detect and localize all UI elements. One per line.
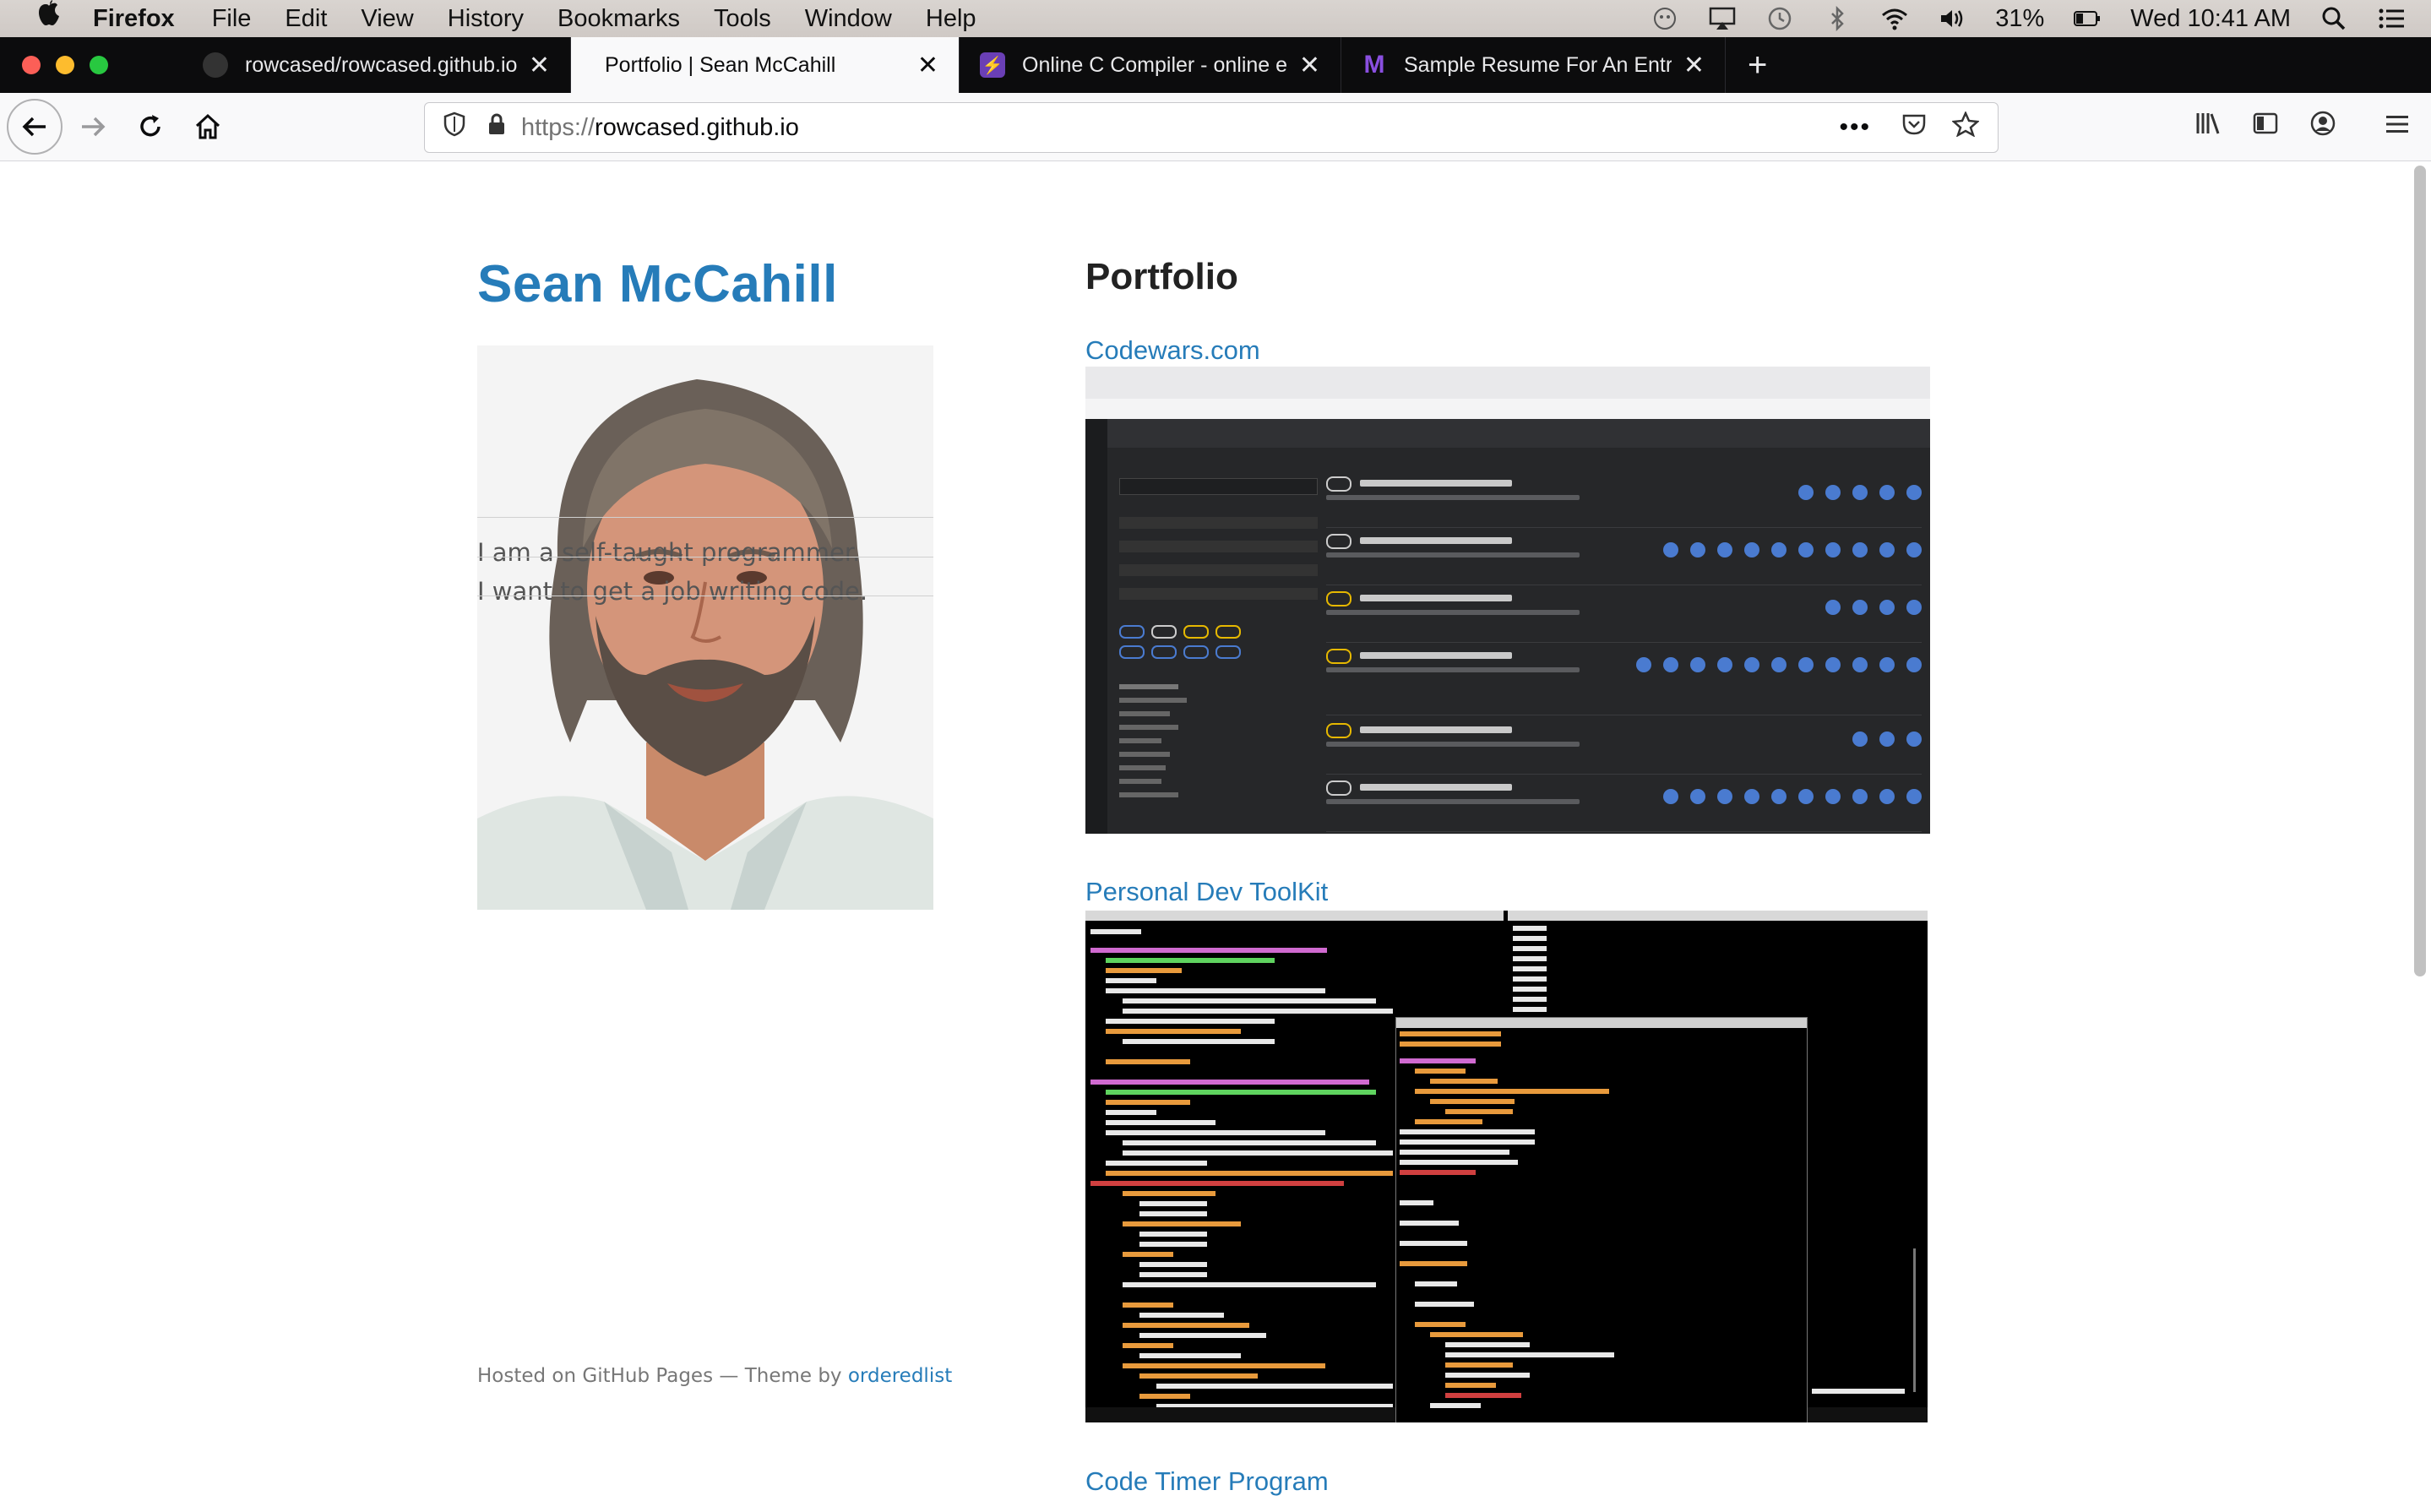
- dev-toolkit-screenshot[interactable]: [1085, 911, 1928, 1422]
- divider: [477, 517, 933, 518]
- github-icon: [203, 52, 228, 78]
- window-controls: [0, 37, 182, 93]
- tab-strip: rowcased/rowcased.github.io: ✕ Portfolio…: [0, 37, 2431, 93]
- back-button[interactable]: [7, 99, 63, 155]
- spotlight-search-icon[interactable]: [2320, 6, 2348, 31]
- menu-history[interactable]: History: [448, 5, 524, 33]
- page-actions-icon[interactable]: •••: [1839, 113, 1871, 142]
- url-bar[interactable]: https://rowcased.github.io •••: [424, 102, 1999, 153]
- portfolio-link-codewars[interactable]: Codewars.com: [1085, 335, 1260, 366]
- new-tab-button[interactable]: +: [1726, 37, 1767, 93]
- lightning-icon: ⚡: [980, 52, 1005, 78]
- hamburger-menu-icon[interactable]: [2384, 111, 2411, 144]
- footer: Hosted on GitHub Pages — Theme by ordere…: [477, 1365, 952, 1387]
- bio-line-2: I want to get a job writing code.: [477, 577, 868, 606]
- screenshot-prime-titlebar: [1396, 1018, 1807, 1028]
- battery-percent[interactable]: 31%: [1995, 5, 2044, 33]
- screenshot-prime-code: [1400, 1031, 1614, 1408]
- web-page: Sean McCahill I am a self-taught program…: [0, 161, 2431, 1512]
- url-host: rowcased.github.io: [595, 113, 799, 141]
- url-text[interactable]: https://rowcased.github.io: [521, 114, 799, 142]
- screenshot-kata-row: [1326, 475, 1922, 528]
- screenshot-kata-row: [1326, 532, 1922, 585]
- arrow-left-icon: [22, 117, 46, 137]
- account-icon[interactable]: [2309, 110, 2336, 144]
- notification-center-icon[interactable]: [2377, 6, 2406, 31]
- zoom-window-button[interactable]: [90, 56, 108, 74]
- tab-title: Sample Resume For An Entry-L: [1404, 52, 1672, 77]
- portfolio-heading: Portfolio: [1085, 256, 1238, 297]
- close-tab-icon[interactable]: ✕: [1299, 51, 1320, 80]
- m-logo-icon: M: [1363, 51, 1385, 79]
- tab-portfolio[interactable]: Portfolio | Sean McCahill ✕: [571, 37, 960, 93]
- tab-title: Online C Compiler - online edi: [1022, 52, 1287, 77]
- footer-theme-link[interactable]: orderedlist: [848, 1365, 952, 1387]
- portfolio-link-code-timer[interactable]: Code Timer Program: [1085, 1466, 1329, 1497]
- tab-title: Portfolio | Sean McCahill: [605, 52, 836, 77]
- library-icon[interactable]: [2194, 111, 2222, 144]
- screenshot-kata-row: [1326, 647, 1922, 715]
- screenshot-kata-row: [1326, 721, 1922, 775]
- profile-photo: [477, 345, 933, 910]
- user-icon[interactable]: [1651, 6, 1679, 31]
- close-tab-icon[interactable]: ✕: [529, 51, 550, 80]
- battery-icon[interactable]: [2073, 6, 2102, 31]
- codewars-screenshot[interactable]: [1085, 367, 1930, 834]
- airplay-icon[interactable]: [1708, 6, 1737, 31]
- reload-icon: [140, 115, 160, 137]
- wifi-icon[interactable]: [1880, 6, 1909, 31]
- menu-help[interactable]: Help: [926, 5, 976, 33]
- site-title[interactable]: Sean McCahill: [477, 254, 838, 314]
- menu-bookmarks[interactable]: Bookmarks: [557, 5, 680, 33]
- footer-text: Hosted on GitHub Pages — Theme by: [477, 1365, 848, 1387]
- menu-window[interactable]: Window: [805, 5, 892, 33]
- menu-tools[interactable]: Tools: [714, 5, 771, 33]
- tab-title: rowcased/rowcased.github.io:: [245, 52, 517, 77]
- reload-button[interactable]: [123, 100, 177, 154]
- screenshot-kata-row: [1326, 590, 1922, 643]
- sidebar-icon[interactable]: [2252, 111, 2279, 144]
- close-tab-icon[interactable]: ✕: [1683, 51, 1705, 80]
- url-scheme: https://: [521, 113, 596, 141]
- screenshot-kata-row: [1326, 779, 1922, 832]
- status-area: 31% Wed 10:41 AM: [1651, 0, 2406, 37]
- portfolio-link-dev-toolkit[interactable]: Personal Dev ToolKit: [1085, 877, 1328, 907]
- apple-menu-icon[interactable]: [34, 0, 68, 38]
- screenshot-sidebar: [1085, 419, 1107, 834]
- minimize-window-button[interactable]: [56, 56, 74, 74]
- screenshot-filters: [1119, 478, 1318, 834]
- menu-file[interactable]: File: [212, 5, 252, 33]
- screenshot-header: [1107, 419, 1930, 448]
- tab-sample-resume[interactable]: M Sample Resume For An Entry-L ✕: [1341, 37, 1726, 93]
- screenshot-prime-window: [1395, 1017, 1808, 1422]
- screenshot-browser-chrome: [1085, 367, 1930, 399]
- volume-icon[interactable]: [1938, 6, 1966, 31]
- nav-toolbar: https://rowcased.github.io •••: [0, 93, 2431, 161]
- menubar-clock[interactable]: Wed 10:41 AM: [2130, 5, 2291, 33]
- time-machine-icon[interactable]: [1765, 6, 1794, 31]
- screenshot-address-bar: [1085, 399, 1930, 419]
- forward-button[interactable]: [66, 100, 120, 154]
- bookmark-star-icon[interactable]: [1951, 110, 1980, 144]
- bluetooth-icon[interactable]: [1823, 5, 1852, 32]
- close-window-button[interactable]: [22, 56, 41, 74]
- page-scrollbar[interactable]: [2414, 166, 2426, 976]
- menu-edit[interactable]: Edit: [285, 5, 327, 33]
- pocket-icon[interactable]: [1901, 112, 1927, 143]
- arrow-right-icon: [82, 117, 106, 137]
- tracking-shield-icon[interactable]: [443, 111, 469, 144]
- home-icon: [195, 113, 220, 139]
- menu-app-firefox[interactable]: Firefox: [93, 5, 175, 33]
- close-tab-icon[interactable]: ✕: [917, 51, 938, 80]
- toolbar-right: [2194, 93, 2431, 160]
- home-button[interactable]: [181, 100, 235, 154]
- lock-icon[interactable]: [487, 112, 509, 143]
- bio-line-1: I am a self-taught programmer.: [477, 538, 861, 567]
- tab-github[interactable]: rowcased/rowcased.github.io: ✕: [182, 37, 571, 93]
- macos-menu-bar: Firefox File Edit View History Bookmarks…: [0, 0, 2431, 37]
- tab-online-c-compiler[interactable]: ⚡ Online C Compiler - online edi ✕: [960, 37, 1341, 93]
- menu-view[interactable]: View: [361, 5, 413, 33]
